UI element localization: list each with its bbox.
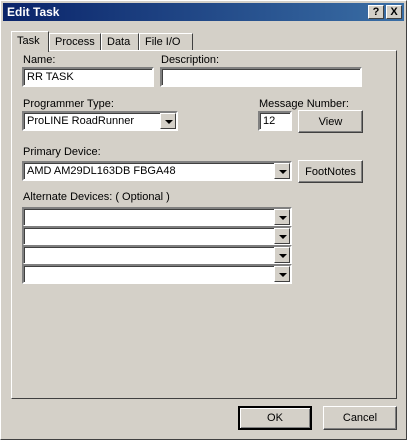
tab-process[interactable]: Process	[49, 33, 101, 50]
tab-data[interactable]: Data	[101, 33, 139, 50]
help-button[interactable]: ?	[368, 5, 384, 19]
title-bar: Edit Task ? X	[3, 3, 404, 21]
task-tab-panel	[11, 50, 397, 399]
edit-task-dialog: Edit Task ? X Task Process Data File I/O…	[0, 0, 407, 440]
tab-task[interactable]: Task	[11, 31, 49, 52]
window-title: Edit Task	[7, 5, 60, 19]
ok-button[interactable]: OK	[238, 406, 312, 430]
tab-file-io[interactable]: File I/O	[139, 33, 193, 50]
close-button[interactable]: X	[386, 5, 402, 19]
cancel-button[interactable]: Cancel	[323, 406, 397, 430]
